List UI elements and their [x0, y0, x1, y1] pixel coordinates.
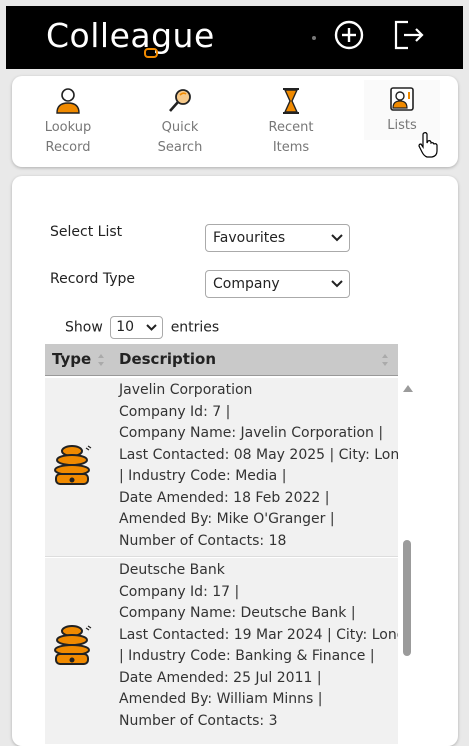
company-detail: Number of Contacts: 3: [119, 712, 278, 729]
nav-label-line2: Search: [157, 140, 203, 155]
beehive-icon: [54, 625, 92, 665]
nav-lookup-record[interactable]: Lookup Record: [30, 82, 106, 162]
record-type-label: Record Type: [50, 271, 135, 287]
company-detail: Company Name: Deutsche Bank |: [119, 605, 356, 621]
app-header: Colleague: [6, 6, 463, 69]
sort-icon: [98, 354, 104, 366]
page-length-select[interactable]: 10: [110, 316, 164, 339]
lists-panel: Select List Favourites Record Type Compa…: [12, 176, 458, 746]
page-length-value: 10: [116, 319, 135, 335]
company-title: Javelin Corporation: [119, 382, 253, 398]
hourglass-icon: [283, 88, 299, 114]
chevron-down-icon: [331, 234, 343, 242]
scroll-thumb[interactable]: [403, 540, 411, 656]
contact-list-icon: [390, 87, 414, 111]
scroll-up-arrow-icon[interactable]: [402, 384, 414, 393]
company-detail: Date Amended: 25 Jul 2011 |: [119, 669, 322, 686]
company-detail: Company Id: 17 |: [119, 583, 240, 600]
app-title: Colleague: [46, 16, 215, 55]
company-detail: Amended By: William Minns |: [119, 691, 323, 707]
chevron-down-icon: [146, 324, 157, 331]
nav-label-line1: Quick: [161, 120, 199, 135]
beehive-icon: [54, 445, 92, 485]
results-table: Type Description Javelin Corporation Com…: [45, 344, 398, 744]
record-type-value: Company: [213, 276, 280, 292]
nav-label-line1: Lists: [387, 118, 417, 133]
show-label: Show: [65, 319, 103, 336]
person-icon: [56, 88, 80, 114]
nav-label-line1: Lookup: [44, 120, 92, 135]
company-detail: | Industry Code: Banking & Finance |: [119, 648, 375, 664]
plus-circle-icon[interactable]: [331, 17, 367, 53]
select-list-value: Favourites: [213, 230, 286, 246]
select-list-label: Select List: [50, 224, 123, 240]
company-detail: Last Contacted: 08 May 2025 | City: Lond…: [119, 446, 398, 463]
row-description: Javelin Corporation Company Id: 7 | Comp…: [119, 380, 398, 552]
company-detail: Company Id: 7 |: [119, 403, 231, 420]
record-type-dropdown[interactable]: Company: [205, 270, 350, 298]
row-description: Deutsche Bank Company Id: 17 | Company N…: [119, 560, 398, 732]
chevron-down-icon: [331, 280, 343, 288]
main-nav: Lookup Record Quick Search Recent Items …: [12, 76, 458, 167]
table-header: Type Description: [45, 344, 398, 376]
company-detail: Number of Contacts: 18: [119, 532, 287, 549]
table-row[interactable]: Javelin Corporation Company Id: 7 | Comp…: [45, 378, 398, 557]
magnifier-icon: [169, 89, 191, 112]
page-length-control: Show 10 entries: [65, 316, 219, 339]
logout-icon[interactable]: [391, 17, 427, 53]
table-scrollbar[interactable]: [401, 378, 415, 746]
company-detail: Company Name: Javelin Corporation |: [119, 425, 384, 441]
company-detail: Date Amended: 18 Feb 2022 |: [119, 489, 330, 506]
logo-accent-icon: [144, 48, 158, 58]
nav-recent-items[interactable]: Recent Items: [253, 82, 329, 162]
nav-label-line1: Recent: [268, 120, 314, 135]
company-detail: Last Contacted: 19 Mar 2024 | City: Lond…: [119, 626, 398, 643]
column-header-description[interactable]: Description: [119, 350, 216, 368]
header-dot: [312, 36, 316, 40]
nav-label-line2: Items: [272, 140, 310, 155]
table-row[interactable]: Deutsche Bank Company Id: 17 | Company N…: [45, 558, 398, 744]
entries-label: entries: [170, 319, 220, 336]
sort-icon: [382, 354, 388, 366]
company-detail: Amended By: Mike O'Granger |: [119, 511, 335, 527]
nav-quick-search[interactable]: Quick Search: [142, 82, 218, 162]
nav-lists[interactable]: Lists: [364, 80, 440, 140]
company-detail: | Industry Code: Media |: [119, 468, 287, 484]
column-header-type[interactable]: Type: [52, 350, 91, 368]
company-title: Deutsche Bank: [119, 562, 225, 578]
select-list-dropdown[interactable]: Favourites: [205, 224, 350, 252]
app-logo: Colleague: [46, 16, 215, 55]
nav-label-line2: Record: [45, 140, 91, 155]
